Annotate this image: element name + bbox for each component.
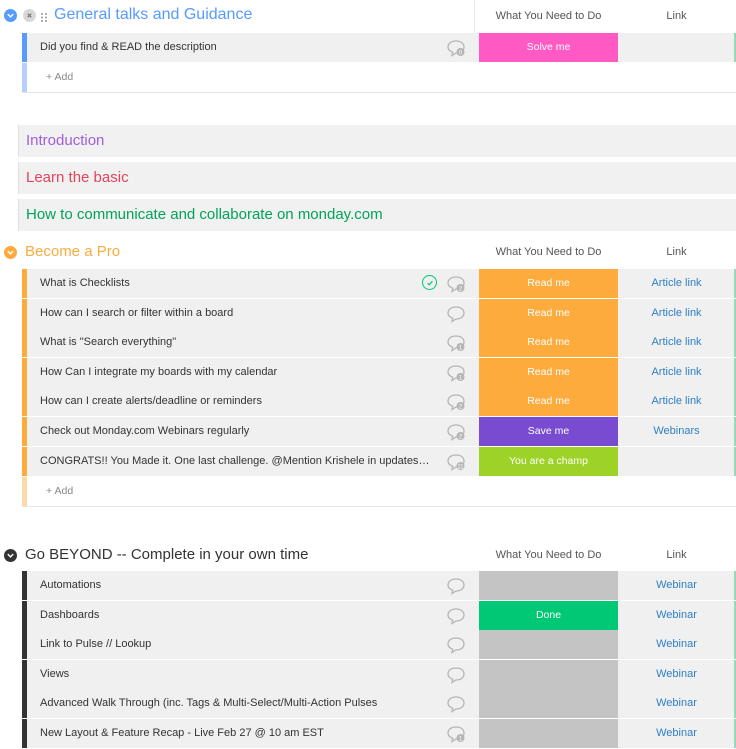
status-cell[interactable]	[479, 571, 618, 600]
status-cell[interactable]	[479, 659, 618, 689]
add-item-row[interactable]: + Add	[22, 63, 736, 93]
group-title-beyond[interactable]: Go BEYOND -- Complete in your own time	[25, 546, 308, 563]
group-title-general[interactable]: General talks and Guidance	[54, 6, 252, 24]
item-name[interactable]: CONGRATS!! You Made it. One last challen…	[40, 447, 430, 476]
table-row[interactable]: Check out Monday.com Webinars regularly 2…	[22, 417, 736, 446]
status-cell[interactable]: Done	[479, 600, 618, 630]
item-name[interactable]: Did you find & READ the description	[40, 33, 217, 62]
updates-bubble-icon[interactable]	[446, 636, 466, 655]
add-item-button[interactable]: + Add	[46, 477, 73, 506]
link-cell[interactable]: Webinar	[619, 630, 734, 660]
status-cell[interactable]: Save me	[479, 417, 618, 446]
updates-bubble-icon[interactable]: 11	[446, 453, 466, 471]
collapse-group-icon[interactable]	[23, 9, 36, 22]
link-cell[interactable]	[619, 446, 734, 476]
updates-bubble-icon[interactable]	[446, 577, 466, 595]
table-row[interactable]: How Can I integrate my boards with my ca…	[22, 357, 736, 387]
group-title-learn-basic[interactable]: Learn the basic	[26, 162, 129, 194]
updates-bubble-icon[interactable]	[446, 607, 466, 625]
item-name[interactable]: Dashboards	[40, 601, 99, 630]
table-row[interactable]: What is Checklists 2 Read me Article link	[22, 269, 736, 298]
table-row[interactable]: How can I search or filter within a boar…	[22, 298, 736, 328]
updates-bubble-icon[interactable]	[446, 305, 466, 323]
column-header-link[interactable]: Link	[619, 10, 734, 22]
status-cell[interactable]	[479, 689, 618, 719]
drag-handle-icon[interactable]	[40, 10, 48, 22]
chevron-down-icon	[7, 250, 14, 255]
link-cell[interactable]: Article link	[619, 269, 734, 298]
updates-bubble-icon[interactable]: 2	[446, 423, 466, 441]
updates-bubble-icon[interactable]: 2	[446, 275, 466, 293]
link-cell[interactable]: Webinar	[619, 659, 734, 689]
link-cell[interactable]: Webinar	[619, 600, 734, 630]
item-name[interactable]: How can I create alerts/deadline or remi…	[40, 387, 262, 416]
item-name[interactable]: What is Checklists	[40, 269, 130, 298]
group-title-communicate[interactable]: How to communicate and collaborate on mo…	[26, 199, 383, 231]
status-cell[interactable]	[479, 719, 618, 748]
status-cell[interactable]: Read me	[479, 387, 618, 417]
collapsed-group-introduction[interactable]: Introduction	[18, 125, 736, 157]
status-cell[interactable]: Solve me	[479, 33, 618, 62]
table-row[interactable]: Link to Pulse // Lookup Webinar	[22, 630, 736, 660]
item-name[interactable]: Check out Monday.com Webinars regularly	[40, 417, 249, 446]
status-cell[interactable]: Read me	[479, 269, 618, 298]
updates-bubble-icon[interactable]: 1	[446, 725, 466, 743]
item-name[interactable]: Automations	[40, 571, 101, 600]
group-title-pro[interactable]: Become a Pro	[25, 243, 120, 260]
link-cell[interactable]: Article link	[619, 357, 734, 387]
status-cell[interactable]	[479, 630, 618, 660]
link-cell[interactable]: Article link	[619, 328, 734, 358]
updates-count: 11	[457, 464, 464, 470]
collapsed-group-communicate[interactable]: How to communicate and collaborate on mo…	[18, 199, 736, 231]
table-row[interactable]: New Layout & Feature Recap - Live Feb 27…	[22, 719, 736, 748]
link-cell[interactable]: Webinar	[619, 689, 734, 719]
table-row[interactable]: What is "Search everything" 1 Read me Artic…	[22, 328, 736, 358]
table-row[interactable]: Dashboards Done Webinar	[22, 600, 736, 630]
status-cell[interactable]: Read me	[479, 298, 618, 328]
item-name[interactable]: What is "Search everything"	[40, 328, 176, 357]
table-row[interactable]: Views Webinar	[22, 659, 736, 689]
status-cell[interactable]: Read me	[479, 357, 618, 387]
item-name[interactable]: New Layout & Feature Recap - Live Feb 27…	[40, 719, 324, 748]
column-header-status[interactable]: What You Need to Do	[479, 10, 618, 22]
add-item-button[interactable]: + Add	[46, 63, 73, 92]
item-name[interactable]: Advanced Walk Through (inc. Tags & Multi…	[40, 689, 377, 718]
column-header-link[interactable]: Link	[619, 549, 734, 561]
table-row[interactable]: Did you find & READ the description 0 So…	[22, 33, 736, 62]
chevron-down-icon	[7, 13, 14, 18]
link-cell[interactable]: Webinar	[619, 571, 734, 600]
group-title-introduction[interactable]: Introduction	[26, 125, 104, 157]
column-header-status[interactable]: What You Need to Do	[479, 246, 618, 258]
item-name[interactable]: Link to Pulse // Lookup	[40, 630, 151, 659]
group-toggle-beyond[interactable]	[4, 549, 17, 562]
chevron-down-icon	[7, 553, 14, 558]
table-row[interactable]: Automations Webinar	[22, 571, 736, 600]
group-toggle-pro[interactable]	[4, 246, 17, 259]
updates-bubble-icon[interactable]	[446, 695, 466, 714]
collapsed-group-learn-basic[interactable]: Learn the basic	[18, 162, 736, 194]
add-item-row[interactable]: + Add	[22, 477, 736, 507]
link-cell[interactable]: Article link	[619, 387, 734, 417]
item-name[interactable]: Views	[40, 660, 69, 689]
column-header-status[interactable]: What You Need to Do	[479, 549, 618, 561]
item-name[interactable]: How Can I integrate my boards with my ca…	[40, 358, 277, 387]
group-toggle-general[interactable]	[4, 9, 17, 22]
updates-bubble-icon[interactable]: 1	[446, 364, 466, 382]
link-cell[interactable]: Webinar	[619, 719, 734, 748]
table-row[interactable]: CONGRATS!! You Made it. One last challen…	[22, 446, 736, 476]
link-cell[interactable]	[619, 33, 734, 62]
status-cell[interactable]: Read me	[479, 328, 618, 358]
status-cell[interactable]: You are a champ	[479, 446, 618, 476]
item-name[interactable]: How can I search or filter within a boar…	[40, 299, 233, 328]
updates-bubble-icon[interactable]: 1	[446, 334, 466, 353]
updates-bubble-icon[interactable]: 0	[446, 39, 466, 57]
table-row[interactable]: How can I create alerts/deadline or remi…	[22, 387, 736, 417]
table-row[interactable]: Advanced Walk Through (inc. Tags & Multi…	[22, 689, 736, 719]
checklist-check-icon[interactable]	[422, 275, 437, 290]
column-header-link[interactable]: Link	[619, 246, 734, 258]
updates-bubble-icon[interactable]	[446, 666, 466, 684]
link-cell[interactable]: Article link	[619, 298, 734, 328]
link-cell[interactable]: Webinars	[619, 417, 734, 446]
updates-bubble-icon[interactable]: 2	[446, 393, 466, 412]
